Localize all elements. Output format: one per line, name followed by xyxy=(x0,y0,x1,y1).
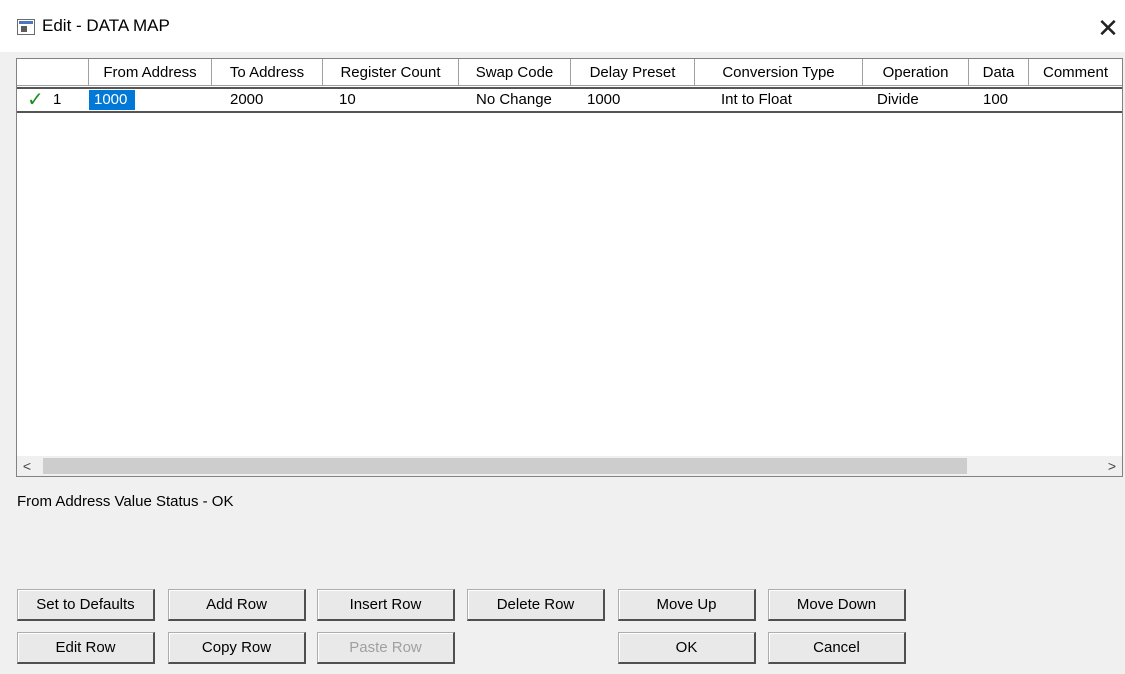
window-icon xyxy=(17,19,35,35)
column-header-to-address[interactable]: To Address xyxy=(212,59,323,86)
status-text: From Address Value Status - OK xyxy=(17,493,234,510)
data-map-table[interactable]: From Address To Address Register Count S… xyxy=(16,58,1123,477)
move-up-button[interactable]: Move Up xyxy=(618,589,756,621)
column-header-delay-preset[interactable]: Delay Preset xyxy=(571,59,695,86)
row-number: 1 xyxy=(53,91,62,108)
move-down-button[interactable]: Move Down xyxy=(768,589,906,621)
cell-from-address[interactable]: 1000 xyxy=(89,89,212,111)
horizontal-scrollbar[interactable]: < > xyxy=(17,456,1122,476)
scroll-right-icon[interactable]: > xyxy=(1102,456,1122,476)
edit-row-button[interactable]: Edit Row xyxy=(17,632,155,664)
copy-row-button[interactable]: Copy Row xyxy=(168,632,306,664)
cell-operation[interactable]: Divide xyxy=(877,89,967,111)
close-button[interactable]: ✕ xyxy=(1093,13,1123,43)
column-header-from-address[interactable]: From Address xyxy=(89,59,212,86)
cell-comment[interactable] xyxy=(1043,89,1121,111)
cell-conversion-type[interactable]: Int to Float xyxy=(721,89,861,111)
set-to-defaults-button[interactable]: Set to Defaults xyxy=(17,589,155,621)
insert-row-button[interactable]: Insert Row xyxy=(317,589,455,621)
scrollbar-thumb[interactable] xyxy=(43,458,967,474)
cell-register-count[interactable]: 10 xyxy=(339,89,455,111)
cell-to-address[interactable]: 2000 xyxy=(230,89,320,111)
paste-row-button[interactable]: Paste Row xyxy=(317,632,455,664)
delete-row-button[interactable]: Delete Row xyxy=(467,589,605,621)
column-header-data[interactable]: Data xyxy=(969,59,1029,86)
column-header-conversion-type[interactable]: Conversion Type xyxy=(695,59,863,86)
table-header: From Address To Address Register Count S… xyxy=(17,59,1122,87)
cell-data[interactable]: 100 xyxy=(983,89,1027,111)
column-header-operation[interactable]: Operation xyxy=(863,59,969,86)
column-header-row xyxy=(17,59,89,86)
scroll-left-icon[interactable]: < xyxy=(17,456,37,476)
ok-button[interactable]: OK xyxy=(618,632,756,664)
column-header-swap-code[interactable]: Swap Code xyxy=(459,59,571,86)
cell-delay-preset[interactable]: 1000 xyxy=(587,89,691,111)
window-title: Edit - DATA MAP xyxy=(42,16,170,35)
row-indicator: ✓ 1 xyxy=(17,89,89,111)
add-row-button[interactable]: Add Row xyxy=(168,589,306,621)
column-header-register-count[interactable]: Register Count xyxy=(323,59,459,86)
column-header-comment[interactable]: Comment xyxy=(1029,59,1122,86)
cell-from-address-value: 1000 xyxy=(89,90,136,110)
title-bar: Edit - DATA MAP ✕ xyxy=(0,0,1125,52)
checkmark-icon: ✓ xyxy=(27,89,44,111)
table-row[interactable]: ✓ 1 1000 2000 10 No Change 1000 Int to F… xyxy=(17,87,1122,113)
cancel-button[interactable]: Cancel xyxy=(768,632,906,664)
cell-swap-code[interactable]: No Change xyxy=(476,89,568,111)
